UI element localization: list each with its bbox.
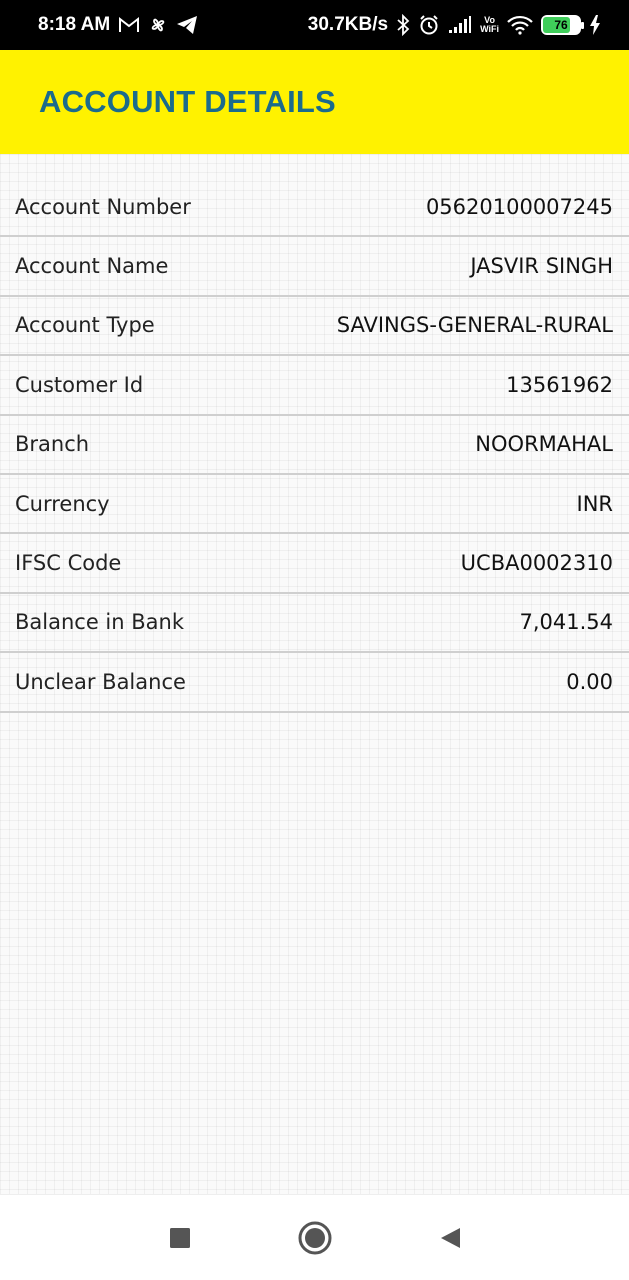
- charging-icon: [589, 15, 601, 35]
- vowifi-indicator: Vo WiFi: [480, 16, 499, 34]
- detail-row-balance-in-bank: Balance in Bank 7,041.54: [0, 594, 629, 654]
- status-bar-left: 8:18 AM: [38, 14, 198, 36]
- detail-row-ifsc-code: IFSC Code UCBA0002310: [0, 534, 629, 594]
- detail-value: 7,041.54: [519, 610, 613, 635]
- system-nav-bar: [0, 1194, 629, 1280]
- signal-icon: [448, 16, 472, 34]
- detail-label: IFSC Code: [15, 551, 122, 576]
- detail-label: Balance in Bank: [15, 610, 184, 635]
- detail-label: Account Number: [15, 194, 191, 219]
- detail-row-account-name: Account Name JASVIR SINGH: [0, 237, 629, 297]
- detail-value: SAVINGS-GENERAL-RURAL: [336, 313, 613, 338]
- bluetooth-icon: [396, 14, 410, 36]
- detail-value: JASVIR SINGH: [470, 254, 613, 279]
- telegram-icon: [176, 15, 198, 35]
- battery-indicator: 76: [541, 15, 584, 35]
- detail-row-currency: Currency INR: [0, 475, 629, 535]
- detail-row-account-type: Account Type SAVINGS-GENERAL-RURAL: [0, 297, 629, 357]
- detail-value: NOORMAHAL: [475, 432, 613, 457]
- status-bar-right: 30.7KB/s Vo WiFi 76: [308, 14, 601, 36]
- circle-icon: [298, 1221, 331, 1254]
- detail-label: Account Name: [15, 254, 169, 279]
- app-bar: ACCOUNT DETAILS: [0, 50, 629, 154]
- page-title: ACCOUNT DETAILS: [39, 84, 336, 119]
- network-speed: 30.7KB/s: [307, 14, 389, 35]
- detail-label: Account Type: [15, 313, 155, 338]
- detail-value: UCBA0002310: [460, 551, 613, 576]
- back-button[interactable]: [430, 1218, 470, 1258]
- detail-label: Currency: [15, 491, 110, 516]
- battery-level: 76: [554, 18, 568, 32]
- detail-value: INR: [576, 491, 614, 516]
- detail-row-unclear-balance: Unclear Balance 0.00: [0, 653, 629, 713]
- account-details-list: Account Number 05620100007245 Account Na…: [0, 154, 629, 1194]
- detail-label: Branch: [15, 432, 90, 457]
- detail-value: 05620100007245: [425, 194, 613, 219]
- detail-value: 13561962: [506, 372, 613, 397]
- clock: 8:18 AM: [38, 14, 111, 35]
- detail-row-account-number: Account Number 05620100007245: [0, 178, 629, 238]
- gmail-icon: [118, 16, 140, 34]
- recents-button[interactable]: [160, 1218, 200, 1258]
- pinwheel-icon: [148, 15, 168, 35]
- wifi-icon: [507, 15, 533, 35]
- vowifi-bottom-text: WiFi: [480, 24, 499, 34]
- detail-label: Unclear Balance: [15, 669, 186, 694]
- detail-value: 0.00: [566, 669, 613, 694]
- detail-row-branch: Branch NOORMAHAL: [0, 416, 629, 475]
- detail-row-customer-id: Customer Id 13561962: [0, 356, 629, 416]
- home-button[interactable]: [295, 1218, 335, 1258]
- triangle-back-icon: [440, 1227, 460, 1248]
- status-bar: 8:18 AM 30.7KB/s Vo WiFi 76: [0, 0, 629, 50]
- detail-label: Customer Id: [15, 372, 144, 397]
- square-icon: [169, 1227, 190, 1248]
- alarm-icon: [418, 14, 440, 36]
